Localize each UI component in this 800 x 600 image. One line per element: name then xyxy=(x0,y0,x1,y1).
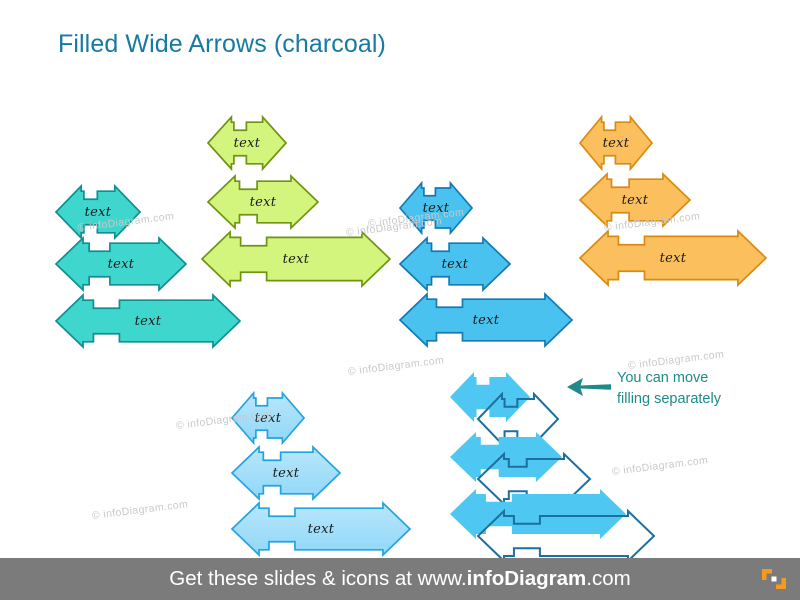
footer-prefix: Get these slides & icons at www. xyxy=(169,567,467,590)
arrow-shape xyxy=(398,292,574,348)
arrow-shape xyxy=(578,229,768,287)
arrow-blue-small[interactable]: text xyxy=(398,180,474,236)
arrow-lightblue-medium[interactable]: text xyxy=(230,445,342,501)
infodiagram-logo-icon[interactable] xyxy=(761,567,787,596)
arrow-shape xyxy=(398,180,474,236)
arrow-blue-large[interactable]: text xyxy=(398,292,574,348)
arrow-orange-medium[interactable]: text xyxy=(578,172,692,228)
arrow-shape xyxy=(54,183,142,241)
arrow-shape xyxy=(54,293,242,349)
arrow-lightblue-large[interactable]: text xyxy=(230,501,412,557)
footer-brand: infoDiagram xyxy=(466,567,587,590)
watermark: © infoDiagram.com xyxy=(611,454,709,478)
arrow-shape xyxy=(578,114,654,172)
arrow-shape xyxy=(476,508,656,564)
arrow-teal-medium[interactable]: text xyxy=(54,236,188,292)
arrow-green-medium[interactable]: text xyxy=(206,174,320,230)
annotation-line-2: filling separately xyxy=(617,390,721,407)
arrow-shape xyxy=(200,230,392,288)
arrow-blue-medium[interactable]: text xyxy=(398,236,512,292)
annotation-line-1: You can move xyxy=(617,370,709,386)
arrow-teal-large[interactable]: text xyxy=(54,293,242,349)
watermark: © infoDiagram.com xyxy=(91,498,189,522)
annotation-arrow-icon xyxy=(565,374,613,405)
arrow-shape xyxy=(54,236,188,292)
footer-bar: Get these slides & icons at www. infoDiag… xyxy=(0,558,800,600)
watermark: © infoDiagram.com xyxy=(347,354,445,378)
arrow-teal-small[interactable]: text xyxy=(54,183,142,241)
footer-text: Get these slides & icons at www. infoDiag… xyxy=(0,558,800,600)
arrow-orange-small[interactable]: text xyxy=(578,114,654,172)
arrow-shape xyxy=(230,390,306,446)
page-title: Filled Wide Arrows (charcoal) xyxy=(58,30,386,58)
arrow-shape xyxy=(230,445,342,501)
footer-suffix: .com xyxy=(586,567,631,590)
arrow-shape xyxy=(398,236,512,292)
arrow-lightblue-small[interactable]: text xyxy=(230,390,306,446)
annotation-text: You can move filling separately xyxy=(617,368,787,409)
arrow-shape xyxy=(206,114,288,172)
arrow-shape xyxy=(578,172,692,228)
arrow-green-large[interactable]: text xyxy=(200,230,392,288)
arrow-green-small[interactable]: text xyxy=(206,114,288,172)
arrow-demo-large-outline[interactable] xyxy=(476,508,656,564)
arrow-shape xyxy=(206,174,320,230)
arrow-shape xyxy=(230,501,412,557)
arrow-orange-large[interactable]: text xyxy=(578,229,768,287)
slide-canvas: Filled Wide Arrows (charcoal) text text te… xyxy=(0,0,800,600)
